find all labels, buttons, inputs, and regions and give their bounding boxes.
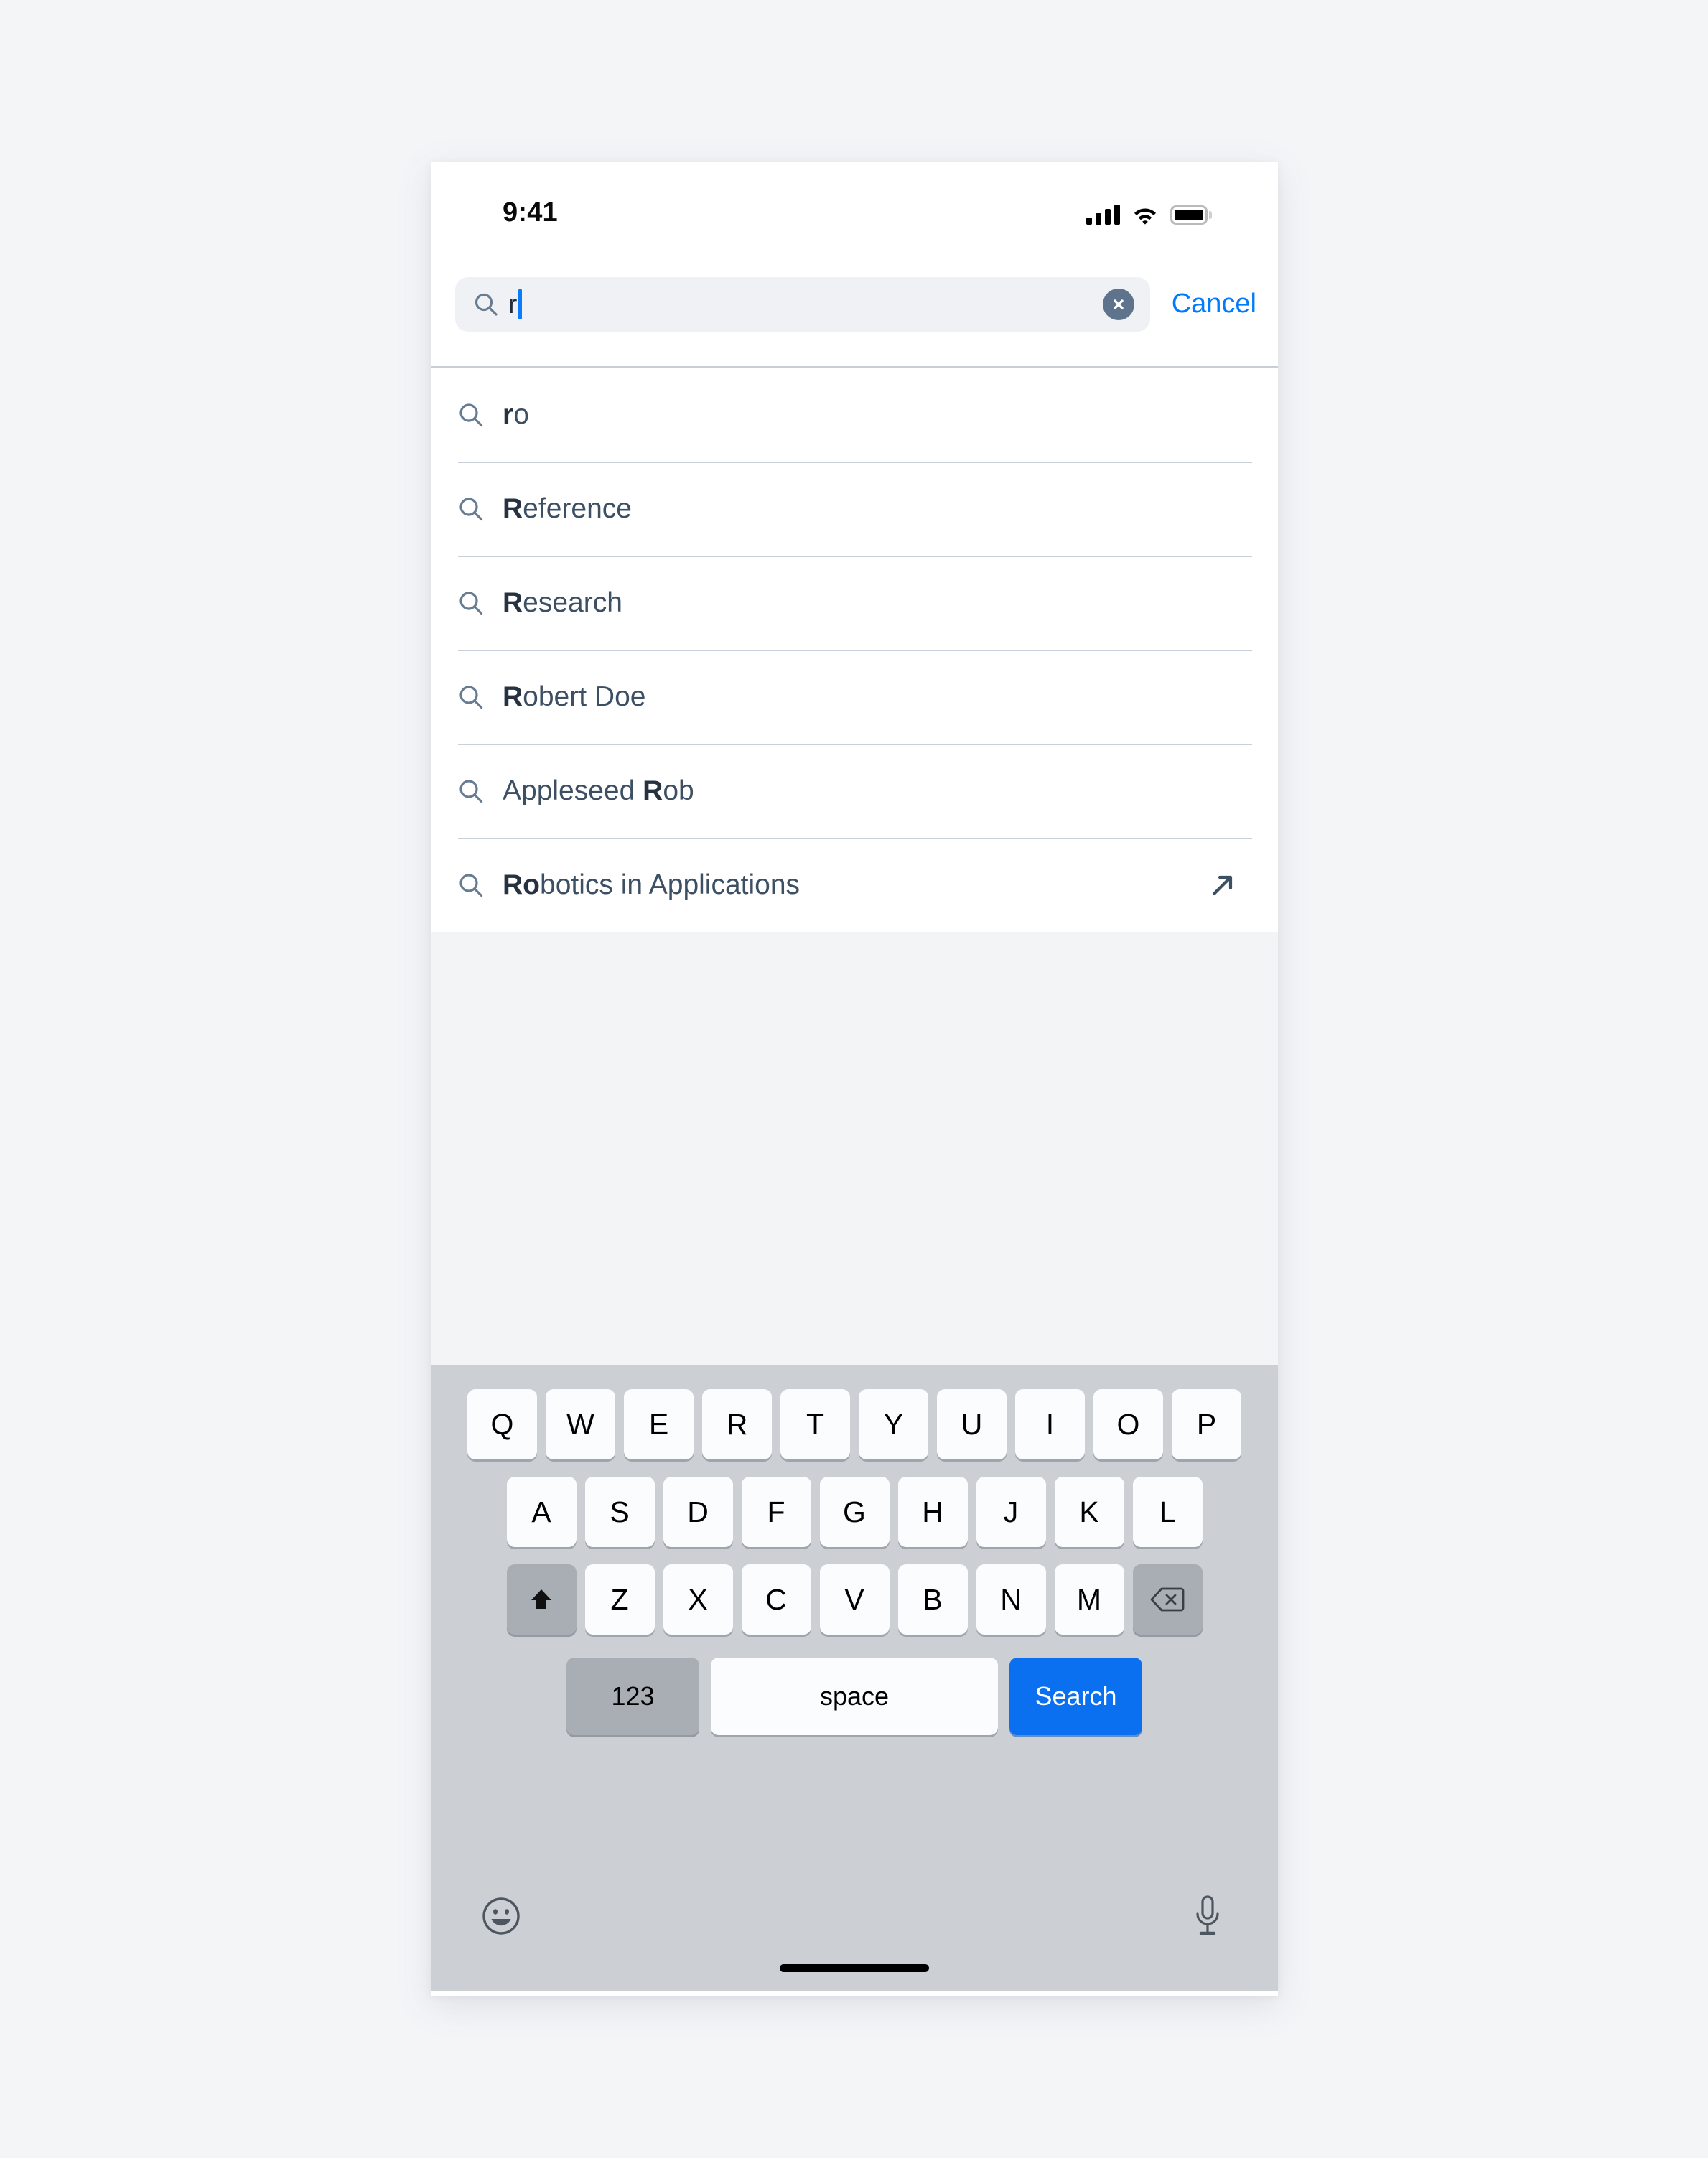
suggestion-row[interactable]: Robotics in Applications xyxy=(458,838,1252,932)
backspace-key[interactable] xyxy=(1132,1564,1203,1635)
keyboard-row-2: ASDFGHJKL xyxy=(431,1477,1278,1547)
status-indicators xyxy=(1086,196,1212,225)
space-key[interactable]: space xyxy=(711,1658,998,1735)
key-w[interactable]: W xyxy=(546,1389,615,1459)
keyboard-row-1: QWERTYUIOP xyxy=(431,1389,1278,1459)
key-o[interactable]: O xyxy=(1093,1389,1163,1459)
key-k[interactable]: K xyxy=(1054,1477,1124,1547)
keyboard-row-3: ZXCVBNM xyxy=(431,1564,1278,1635)
search-icon xyxy=(459,779,483,803)
search-value: r xyxy=(508,289,518,319)
cellular-signal-icon xyxy=(1086,205,1120,225)
search-input[interactable]: r xyxy=(455,276,1150,332)
phone-frame: 9:41 r Cancel ro Reference Research Robe… xyxy=(431,162,1278,1996)
search-key[interactable]: Search xyxy=(1009,1658,1142,1735)
key-j[interactable]: J xyxy=(976,1477,1046,1547)
suggestion-label: Robotics in Applications xyxy=(503,869,801,900)
suggestion-label: Appleseed Rob xyxy=(503,775,694,806)
key-x[interactable]: X xyxy=(663,1564,733,1635)
microphone-icon[interactable] xyxy=(1192,1895,1223,1939)
suggestion-label: Reference xyxy=(503,492,632,524)
suggestion-label: ro xyxy=(503,398,529,430)
keyboard-row-4: 123 space Search xyxy=(431,1658,1278,1735)
search-icon xyxy=(475,293,498,316)
key-l[interactable]: L xyxy=(1132,1477,1203,1547)
cancel-button[interactable]: Cancel xyxy=(1172,289,1256,319)
key-v[interactable]: V xyxy=(819,1564,890,1635)
home-indicator xyxy=(780,1964,929,1972)
suggestion-row[interactable]: Appleseed Rob xyxy=(458,744,1252,838)
suggestion-label: Robert Doe xyxy=(503,681,646,712)
key-u[interactable]: U xyxy=(937,1389,1007,1459)
clear-search-button[interactable] xyxy=(1102,288,1134,320)
key-c[interactable]: C xyxy=(741,1564,811,1635)
key-d[interactable]: D xyxy=(663,1477,733,1547)
key-f[interactable]: F xyxy=(741,1477,811,1547)
key-y[interactable]: Y xyxy=(859,1389,928,1459)
key-e[interactable]: E xyxy=(624,1389,694,1459)
key-b[interactable]: B xyxy=(897,1564,968,1635)
key-t[interactable]: T xyxy=(780,1389,850,1459)
suggestion-row[interactable]: Reference xyxy=(458,462,1252,556)
battery-icon xyxy=(1170,205,1212,225)
search-value-container: r xyxy=(508,277,1103,332)
text-cursor xyxy=(518,289,523,319)
keyboard-bottom-bar xyxy=(431,1883,1278,1991)
key-i[interactable]: I xyxy=(1015,1389,1085,1459)
key-g[interactable]: G xyxy=(819,1477,890,1547)
wifi-icon xyxy=(1134,208,1156,225)
search-icon xyxy=(459,685,483,709)
key-a[interactable]: A xyxy=(506,1477,577,1547)
key-r[interactable]: R xyxy=(702,1389,772,1459)
suggestion-row[interactable]: ro xyxy=(458,368,1252,462)
key-q[interactable]: Q xyxy=(467,1389,537,1459)
suggestion-label: Research xyxy=(503,587,622,618)
key-n[interactable]: N xyxy=(976,1564,1046,1635)
status-time: 9:41 xyxy=(503,197,558,228)
key-s[interactable]: S xyxy=(584,1477,655,1547)
search-bar: r Cancel xyxy=(431,242,1278,368)
on-screen-keyboard: QWERTYUIOP ASDFGHJKL ZXCVBNM 123 space Sea… xyxy=(431,1365,1278,1991)
shift-key[interactable] xyxy=(506,1564,577,1635)
emoji-icon[interactable] xyxy=(481,1896,521,1936)
backspace-icon xyxy=(1150,1587,1185,1612)
search-icon xyxy=(459,403,483,426)
key-p[interactable]: P xyxy=(1172,1389,1241,1459)
search-icon xyxy=(459,591,483,615)
arrow-up-right-icon xyxy=(1212,875,1233,895)
search-suggestions-list: ro Reference Research Robert Doe Appleseed R… xyxy=(431,368,1278,932)
content-area xyxy=(431,932,1278,1365)
search-icon xyxy=(459,497,483,520)
key-z[interactable]: Z xyxy=(584,1564,655,1635)
key-m[interactable]: M xyxy=(1054,1564,1124,1635)
search-icon xyxy=(459,873,483,897)
status-bar: 9:41 xyxy=(431,162,1278,242)
numeric-key[interactable]: 123 xyxy=(566,1658,699,1735)
key-h[interactable]: H xyxy=(897,1477,968,1547)
suggestion-row[interactable]: Research xyxy=(458,556,1252,650)
suggestion-row[interactable]: Robert Doe xyxy=(458,650,1252,744)
shift-icon xyxy=(531,1589,551,1609)
